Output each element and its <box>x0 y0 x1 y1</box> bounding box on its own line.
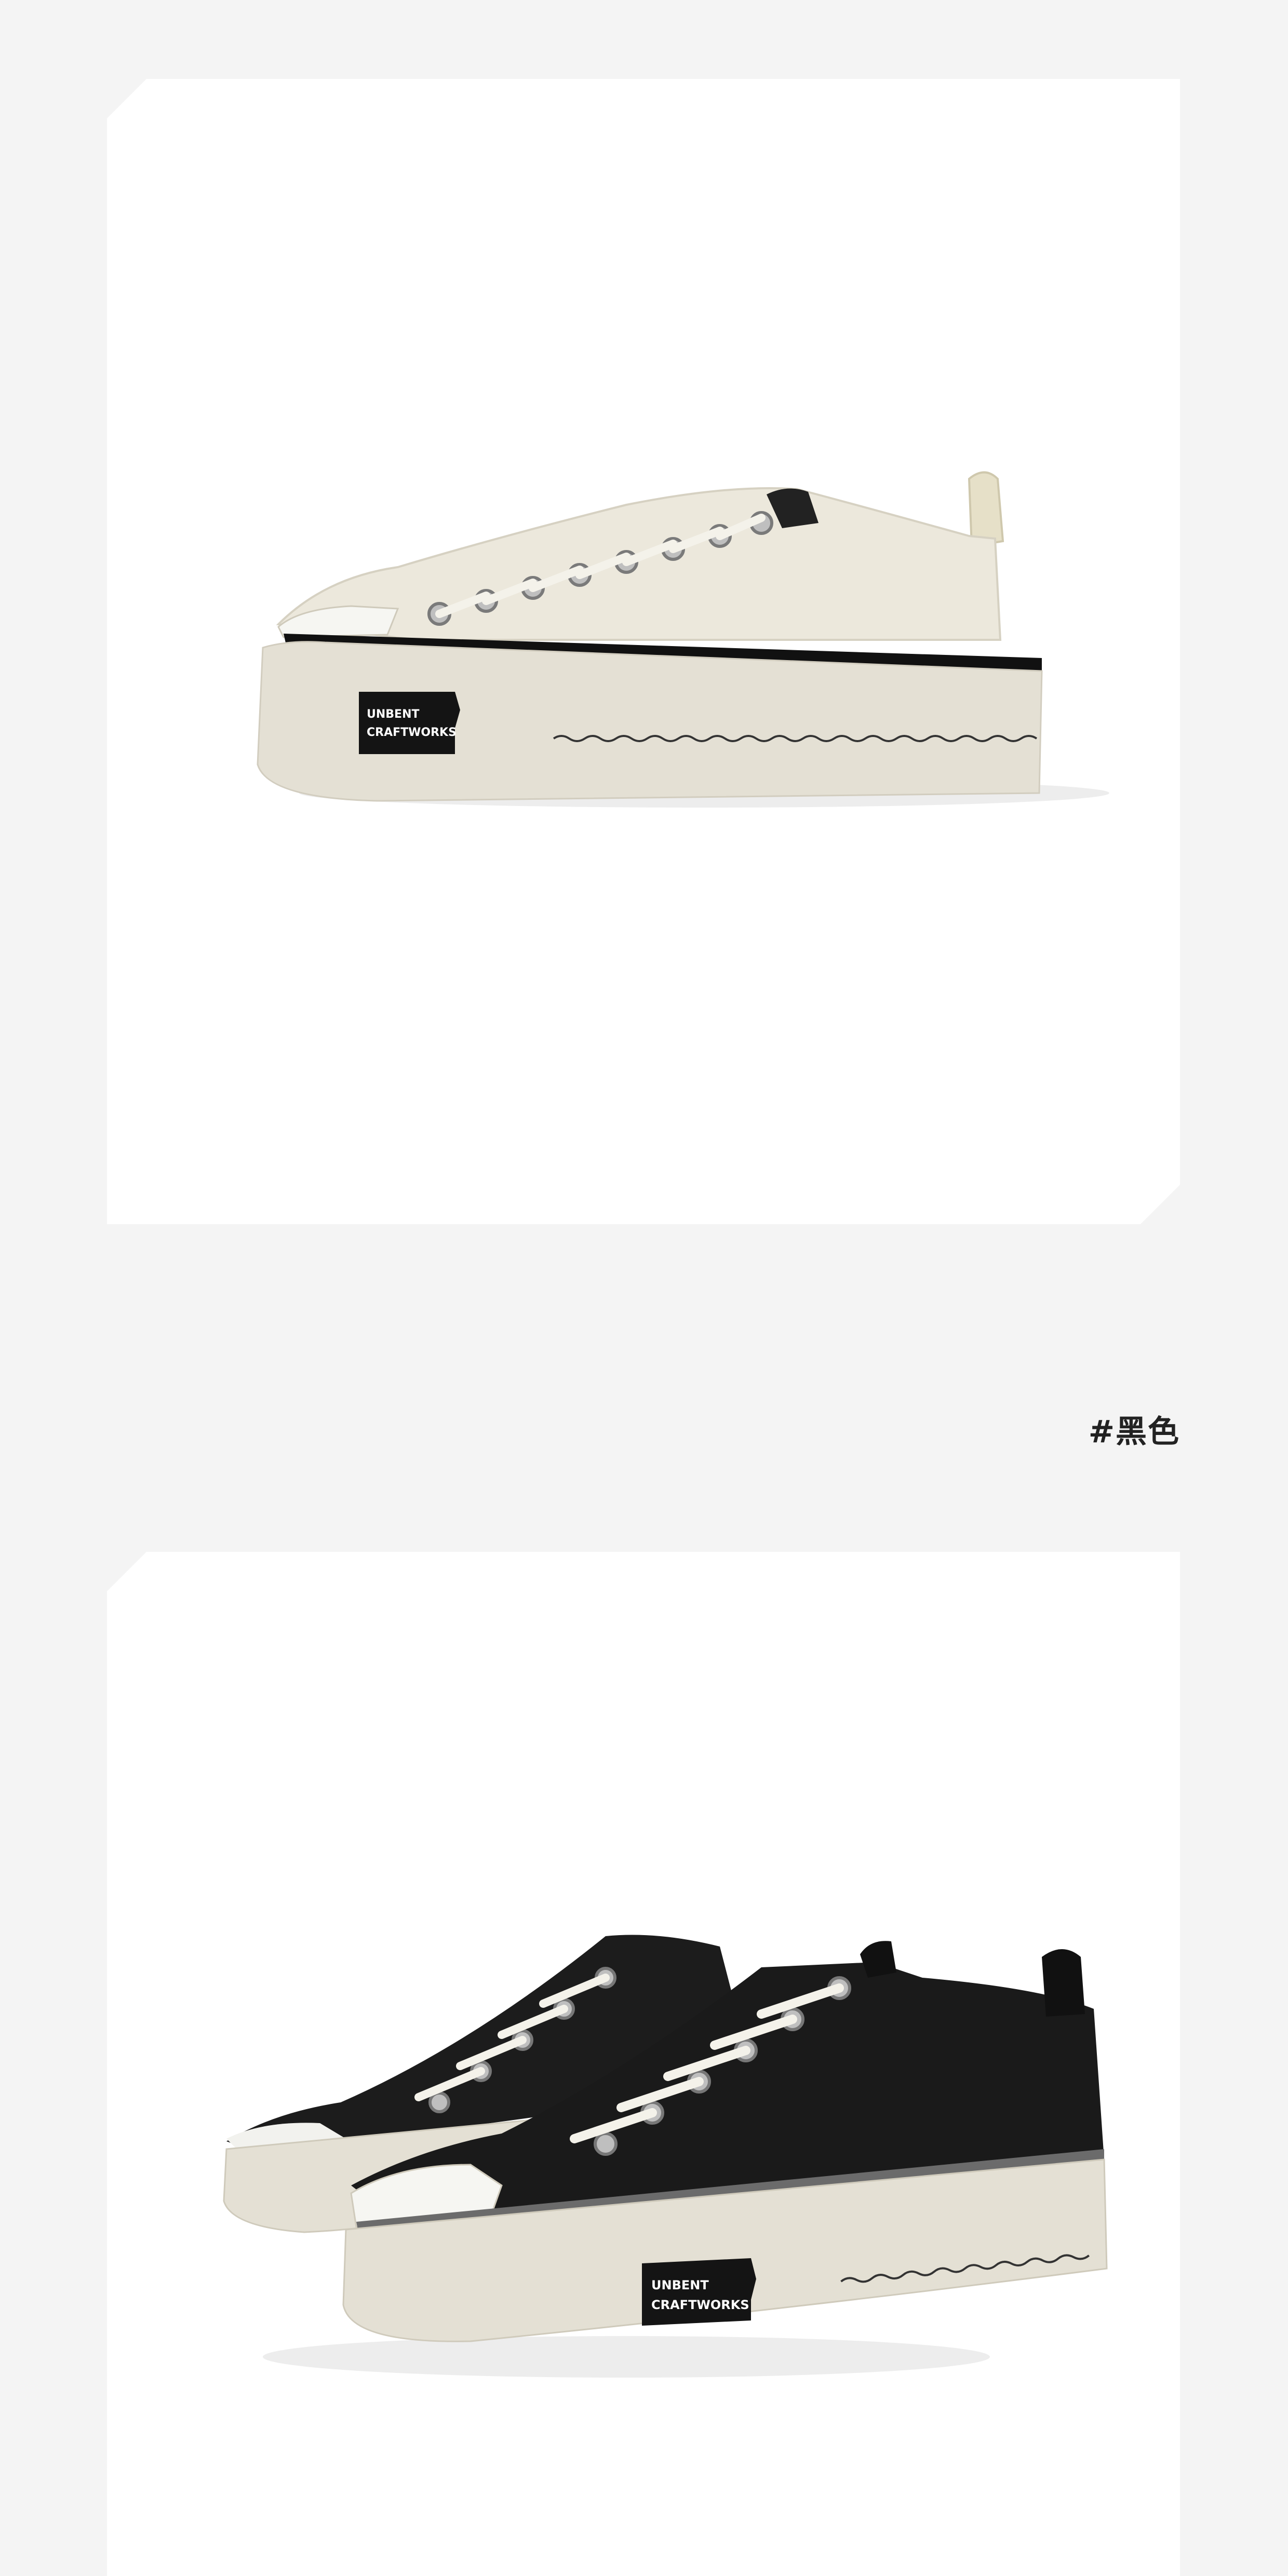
patch-line-1: UNBENT <box>367 708 420 721</box>
brand-patch: UNBENT CRAFTWORKS <box>359 692 460 754</box>
patch-line-2: CRAFTWORKS <box>367 726 457 739</box>
black-sneakers-image: UNBENT CRAFTWORKS <box>223 1935 1108 2378</box>
product-image-card-white: UNBENT CRAFTWORKS <box>107 79 1180 1224</box>
brand-patch-black-shoe: UNBENT CRAFTWORKS <box>642 2258 756 2326</box>
white-sneaker-image: UNBENT CRAFTWORKS <box>107 79 1180 1224</box>
product-image-card-black: UNBENT CRAFTWORKS <box>107 1552 1180 2576</box>
color-label: #黑色 <box>1088 1414 1180 1450</box>
patch-line-1-black: UNBENT <box>651 2278 709 2292</box>
patch-line-2-black: CRAFTWORKS <box>651 2298 749 2312</box>
